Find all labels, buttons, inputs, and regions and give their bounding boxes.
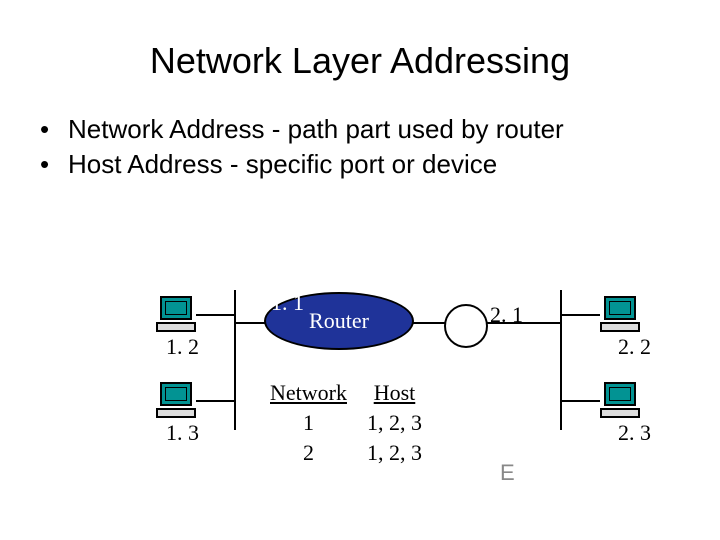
table-cell: 1, 2, 3 (357, 438, 432, 468)
bullet-list: • Network Address - path part used by ro… (0, 82, 720, 182)
router-label: Router (309, 308, 369, 334)
bus-right (560, 290, 562, 430)
bullet-text: Host Address - specific port or device (68, 147, 680, 182)
computer-icon (600, 382, 640, 420)
router-iface-label: 1. 1 (271, 290, 304, 316)
bus-left (234, 290, 236, 430)
table-row: 1 1, 2, 3 (260, 408, 432, 438)
computer-icon (156, 382, 196, 420)
router-port (444, 304, 488, 348)
host-label: 1. 2 (166, 334, 199, 360)
router-link (412, 322, 447, 324)
bus-tap (562, 400, 600, 402)
bullet-dot: • (40, 147, 68, 182)
bullet-dot: • (40, 112, 68, 147)
bus-tap (196, 314, 234, 316)
slide-title: Network Layer Addressing (0, 0, 720, 82)
bus-tap (196, 400, 234, 402)
table-row: 2 1, 2, 3 (260, 438, 432, 468)
computer-icon (156, 296, 196, 334)
table-cell: 1, 2, 3 (357, 408, 432, 438)
bullet-item: • Network Address - path part used by ro… (40, 112, 680, 147)
table-header: Host (357, 380, 432, 408)
router-link (236, 322, 266, 324)
table-cell: 2 (260, 438, 357, 468)
router-iface-label: 2. 1 (490, 302, 523, 328)
bullet-text: Network Address - path part used by rout… (68, 112, 680, 147)
address-table: Network Host 1 1, 2, 3 2 1, 2, 3 (260, 380, 432, 468)
table-cell: 1 (260, 408, 357, 438)
bus-tap (562, 314, 600, 316)
network-diagram: 1. 2 1. 3 2. 2 2. 3 Router 1. 1 2. 1 Net… (0, 290, 720, 520)
table-header: Network (260, 380, 357, 408)
bullet-item: • Host Address - specific port or device (40, 147, 680, 182)
host-label: 1. 3 (166, 420, 199, 446)
computer-icon (600, 296, 640, 334)
host-label: 2. 3 (618, 420, 651, 446)
host-label: 2. 2 (618, 334, 651, 360)
slide-mark: E (500, 460, 515, 486)
